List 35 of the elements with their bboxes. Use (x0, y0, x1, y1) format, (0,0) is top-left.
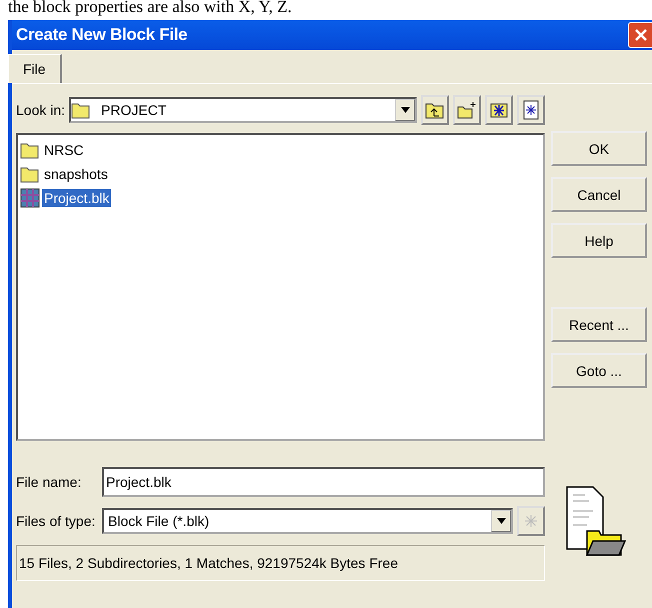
new-folder-button[interactable] (453, 95, 481, 125)
folder-icon (20, 141, 40, 159)
star-folder-icon (489, 101, 509, 119)
star-file-icon (523, 100, 539, 120)
dialog-button[interactable]: Goto ... (551, 353, 647, 388)
file-list-item[interactable]: snapshots (20, 163, 543, 185)
dialog-button[interactable]: Cancel (551, 177, 647, 212)
look-in-label: Look in: (16, 102, 66, 118)
grid-file-icon (20, 188, 40, 208)
file-name-field[interactable]: Project.blk (102, 467, 545, 497)
close-icon (634, 28, 648, 42)
tab[interactable]: File (8, 54, 62, 83)
file-list-item[interactable]: Project.blk (20, 187, 543, 209)
asterisk-icon (524, 514, 538, 528)
close-button[interactable] (628, 22, 652, 48)
folder-icon (71, 101, 92, 119)
new-file-button[interactable] (517, 95, 545, 125)
file-type-label: Files of type: (16, 513, 96, 529)
look-in-value: PROJECT (100, 102, 168, 118)
look-in-dropdown[interactable]: PROJECT (69, 97, 417, 123)
dialog-button[interactable]: Help (551, 223, 647, 258)
dialog-button[interactable]: Recent ... (551, 307, 647, 342)
star-folder-button[interactable] (485, 95, 513, 125)
file-type-value: Block File (*.blk) (107, 513, 210, 529)
window-title: Create New Block File (16, 25, 188, 45)
caption-text: the block properties are also with X, Y, Z. (7, 0, 293, 18)
file-name-label: File name: (16, 474, 82, 490)
up-folder-icon (425, 101, 445, 119)
up-folder-button[interactable] (421, 95, 449, 125)
status-text: 15 Files, 2 Subdirectories, 1 Matches, 92197524k Bytes Free (16, 545, 545, 581)
new-folder-icon (457, 101, 477, 119)
file-list-item[interactable]: NRSC (20, 139, 543, 161)
file-type-dropdown[interactable]: Block File (*.blk) (102, 508, 513, 534)
folder-icon (20, 165, 40, 183)
dialog-button[interactable]: OK (551, 131, 647, 166)
